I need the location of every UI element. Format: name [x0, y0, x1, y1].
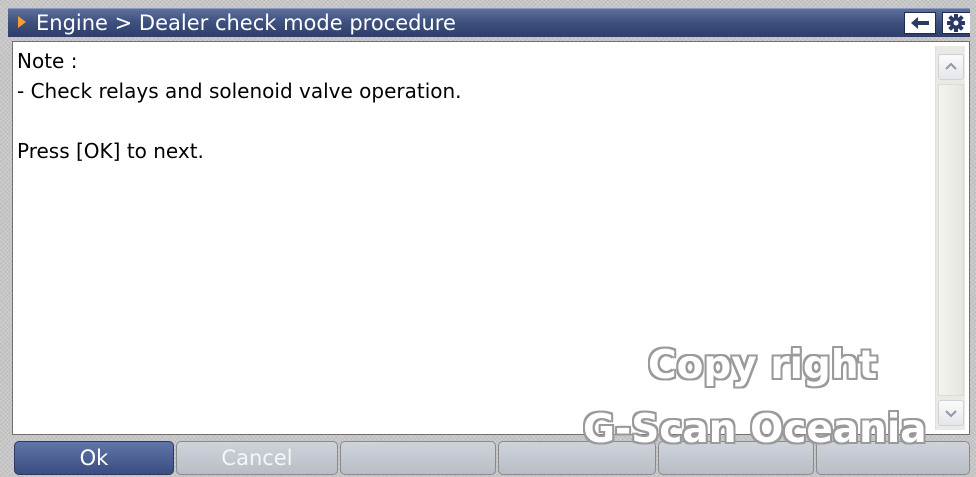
app-window: Engine > Dealer check mode procedure Not… — [0, 0, 976, 477]
scroll-track[interactable] — [938, 84, 964, 396]
function-button-3[interactable] — [340, 441, 496, 475]
ok-button[interactable]: Ok — [14, 441, 174, 475]
title-bar: Engine > Dealer check mode procedure — [8, 8, 970, 37]
breadcrumb-arrow-icon — [18, 16, 26, 28]
back-button[interactable] — [904, 12, 936, 34]
scroll-down-button[interactable] — [938, 400, 964, 426]
chevron-up-icon — [945, 62, 957, 70]
note-heading: Note : — [17, 49, 78, 73]
page-title: Engine > Dealer check mode procedure — [36, 11, 456, 35]
settings-button[interactable] — [942, 12, 970, 34]
instruction-line: Press [OK] to next. — [17, 139, 204, 163]
note-line: - Check relays and solenoid valve operat… — [17, 79, 462, 103]
arrow-left-icon — [911, 17, 929, 29]
vertical-scrollbar[interactable] — [935, 46, 965, 430]
message-text: Note : - Check relays and solenoid valve… — [17, 46, 917, 166]
watermark-company: G-Scan Oceania — [583, 407, 927, 452]
cancel-button[interactable]: Cancel — [176, 441, 338, 475]
gear-icon — [947, 14, 965, 32]
watermark-copyright: Copy right — [648, 343, 878, 388]
scroll-up-button[interactable] — [938, 54, 964, 80]
chevron-down-icon — [945, 410, 957, 418]
